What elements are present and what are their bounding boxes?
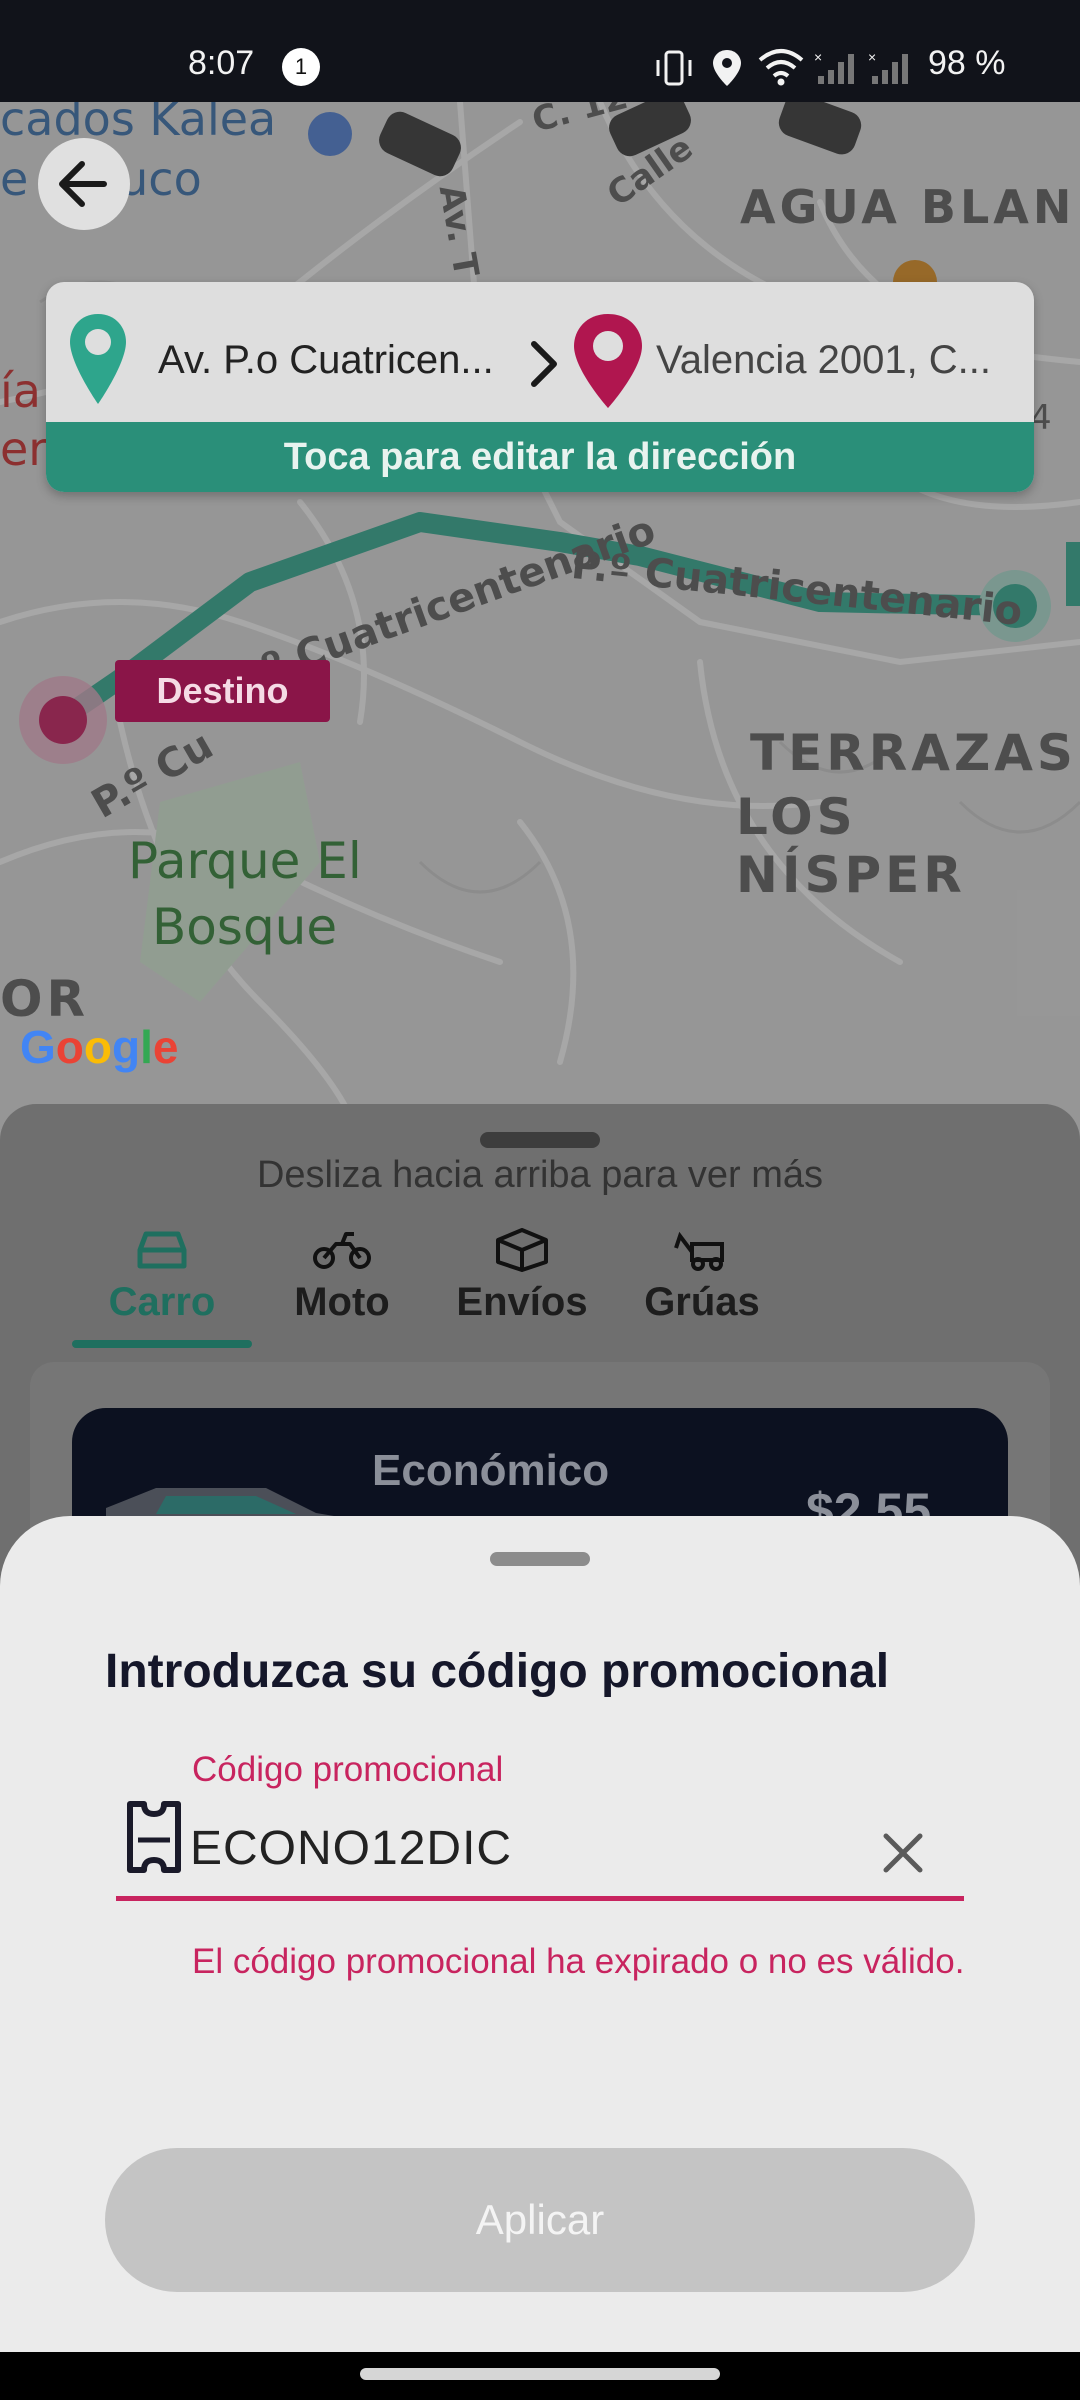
chevron-right-icon xyxy=(531,341,557,387)
sheet-drag-handle[interactable] xyxy=(490,1552,590,1566)
tab-envios[interactable]: Envíos xyxy=(432,1226,612,1325)
google-logo-letter: l xyxy=(140,1021,153,1073)
edit-address-button[interactable]: Toca para editar la dirección xyxy=(46,422,1034,492)
promo-error-message: El código promocional ha expirado o no e… xyxy=(192,1942,965,1981)
signal-2-icon: × xyxy=(868,50,908,84)
destination-pin-icon xyxy=(574,314,642,408)
status-time: 8:07 xyxy=(188,44,255,82)
tab-label: Carro xyxy=(108,1280,216,1324)
location-icon xyxy=(713,50,741,86)
google-logo-letter: g xyxy=(112,1021,141,1073)
destination-tag: Destino xyxy=(115,660,330,722)
origin-address: Av. P.o Cuatricen... xyxy=(158,338,494,382)
google-logo-letter: G xyxy=(20,1021,56,1073)
tab-label: Moto xyxy=(294,1280,390,1324)
arrow-left-icon xyxy=(59,161,107,207)
package-icon xyxy=(496,1228,548,1272)
notification-count-badge: 1 xyxy=(282,48,320,86)
google-logo: Google xyxy=(20,1020,178,1074)
destination-address: Valencia 2001, C... xyxy=(656,338,992,382)
tab-gruas[interactable]: Grúas xyxy=(612,1226,792,1325)
tab-carro[interactable]: Carro xyxy=(72,1226,252,1325)
map-view[interactable]: cados Kalea e noruco AGUA BLAN TERRAZAS … xyxy=(0,102,1080,1152)
tab-label: Envíos xyxy=(456,1280,588,1324)
google-logo-letter: o xyxy=(83,1021,112,1073)
sheet-title: Introduzca su código promocional xyxy=(105,1645,890,1698)
status-bar: 8:07 1 × × 98 % xyxy=(0,0,1080,102)
swipe-hint: Desliza hacia arriba para ver más xyxy=(256,1154,823,1196)
panel-drag-handle[interactable] xyxy=(480,1132,600,1148)
tab-moto[interactable]: Moto xyxy=(252,1226,432,1325)
promo-code-input[interactable] xyxy=(190,1818,870,1878)
vehicle-name: Económico xyxy=(372,1446,610,1495)
tab-label: Grúas xyxy=(644,1280,760,1324)
google-logo-letter: e xyxy=(152,1021,179,1073)
active-tab-indicator xyxy=(72,1340,252,1348)
signal-1-icon: × xyxy=(814,50,854,84)
promo-field-underline xyxy=(116,1896,964,1901)
promo-field-label: Código promocional xyxy=(192,1750,504,1789)
back-button[interactable] xyxy=(38,138,130,230)
motorcycle-icon xyxy=(313,1232,371,1269)
google-logo-letter: o xyxy=(55,1021,84,1073)
svg-text:×: × xyxy=(814,50,822,65)
route-card[interactable]: Av. P.o Cuatricen... Valencia 2001, C...… xyxy=(46,282,1034,492)
origin-pin-icon xyxy=(70,314,126,404)
clear-icon[interactable] xyxy=(876,1826,930,1880)
battery-level: 98 % xyxy=(928,44,1006,82)
tow-truck-icon xyxy=(674,1231,724,1271)
vibrate-icon xyxy=(656,50,692,86)
car-icon xyxy=(137,1231,187,1269)
home-gesture-pill[interactable] xyxy=(360,2368,720,2380)
apply-button[interactable]: Aplicar xyxy=(105,2148,975,2292)
ticket-icon xyxy=(127,1801,181,1873)
svg-text:×: × xyxy=(868,50,876,65)
wifi-icon xyxy=(758,49,804,86)
map-dim-overlay xyxy=(0,102,1080,1152)
